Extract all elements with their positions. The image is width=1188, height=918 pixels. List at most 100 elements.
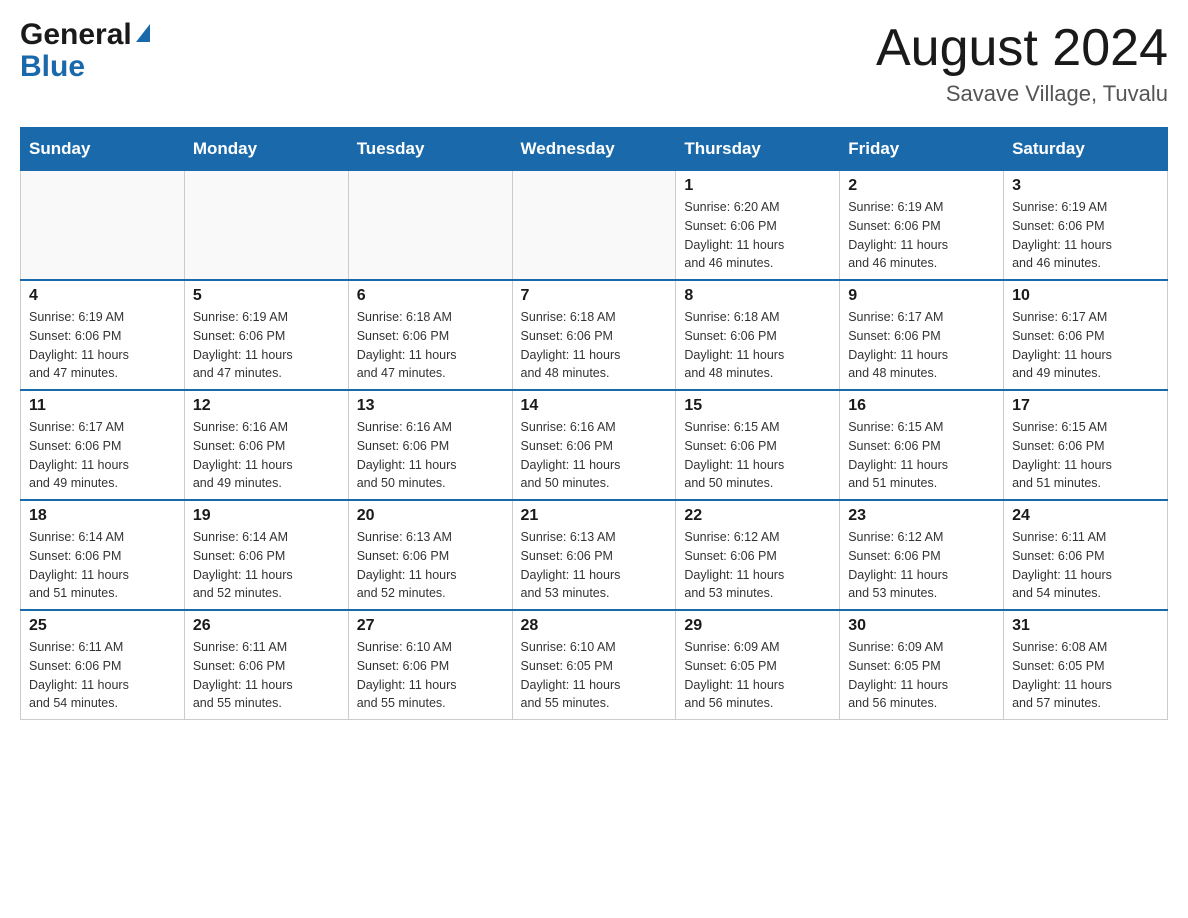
calendar-cell: 4Sunrise: 6:19 AMSunset: 6:06 PMDaylight…	[21, 280, 185, 390]
day-number: 6	[357, 287, 504, 305]
calendar-cell: 18 Sunrise: 6:14 AMSunset: 6:06 PMDayligh…	[21, 500, 185, 610]
calendar-cell: 13 Sunrise: 6:16 AMSunset: 6:06 PMDayligh…	[348, 390, 512, 500]
calendar-cell: 26Sunrise: 6:11 AMSunset: 6:06 PMDayligh…	[184, 610, 348, 720]
calendar-cell: 7 Sunrise: 6:18 AMSunset: 6:06 PMDaylight…	[512, 280, 676, 390]
day-info: Sunrise: 6:14 AMSunset: 6:06 PMDaylight:…	[193, 528, 340, 603]
calendar-cell: 29 Sunrise: 6:09 AMSunset: 6:05 PMDayligh…	[676, 610, 840, 720]
calendar-cell: 8Sunrise: 6:18 AMSunset: 6:06 PMDaylight…	[676, 280, 840, 390]
day-info: Sunrise: 6:14 AMSunset: 6:06 PMDaylight:…	[29, 528, 176, 603]
week-row-1: 1Sunrise: 6:20 AMSunset: 6:06 PMDaylight…	[21, 170, 1168, 280]
calendar-cell: 25Sunrise: 6:11 AMSunset: 6:06 PMDayligh…	[21, 610, 185, 720]
week-row-5: 25Sunrise: 6:11 AMSunset: 6:06 PMDayligh…	[21, 610, 1168, 720]
day-info: Sunrise: 6:11 AMSunset: 6:06 PMDaylight:…	[29, 638, 176, 713]
day-info: Sunrise: 6:08 AMSunset: 6:05 PMDaylight:…	[1012, 638, 1159, 713]
day-number: 9	[848, 287, 995, 305]
day-info: Sunrise: 6:10 AMSunset: 6:06 PMDaylight:…	[357, 638, 504, 713]
calendar-cell: 22 Sunrise: 6:12 AMSunset: 6:06 PMDayligh…	[676, 500, 840, 610]
calendar-cell: 9Sunrise: 6:17 AMSunset: 6:06 PMDaylight…	[840, 280, 1004, 390]
day-number: 31	[1012, 617, 1159, 635]
calendar-cell: 16 Sunrise: 6:15 AMSunset: 6:06 PMDayligh…	[840, 390, 1004, 500]
calendar-cell: 19 Sunrise: 6:14 AMSunset: 6:06 PMDayligh…	[184, 500, 348, 610]
day-number: 28	[521, 617, 668, 635]
calendar-cell: 10 Sunrise: 6:17 AMSunset: 6:06 PMDayligh…	[1004, 280, 1168, 390]
calendar-cell: 14 Sunrise: 6:16 AMSunset: 6:06 PMDayligh…	[512, 390, 676, 500]
calendar-cell: 23Sunrise: 6:12 AMSunset: 6:06 PMDayligh…	[840, 500, 1004, 610]
day-number: 21	[521, 507, 668, 525]
logo-blue-text: Blue	[20, 52, 85, 82]
logo-general-text: General	[20, 20, 132, 50]
day-number: 20	[357, 507, 504, 525]
day-info: Sunrise: 6:09 AMSunset: 6:05 PMDaylight:…	[848, 638, 995, 713]
day-info: Sunrise: 6:09 AMSunset: 6:05 PMDaylight:…	[684, 638, 831, 713]
page-header: General Blue August 2024 Savave Village,…	[20, 20, 1168, 107]
day-number: 2	[848, 177, 995, 195]
calendar-cell: 6 Sunrise: 6:18 AMSunset: 6:06 PMDaylight…	[348, 280, 512, 390]
day-number: 29	[684, 617, 831, 635]
calendar-cell: 21 Sunrise: 6:13 AMSunset: 6:06 PMDayligh…	[512, 500, 676, 610]
day-info: Sunrise: 6:16 AMSunset: 6:06 PMDaylight:…	[521, 418, 668, 493]
day-info: Sunrise: 6:10 AMSunset: 6:05 PMDaylight:…	[521, 638, 668, 713]
day-number: 10	[1012, 287, 1159, 305]
calendar-cell: 2Sunrise: 6:19 AMSunset: 6:06 PMDaylight…	[840, 170, 1004, 280]
calendar-cell: 27 Sunrise: 6:10 AMSunset: 6:06 PMDayligh…	[348, 610, 512, 720]
day-number: 11	[29, 397, 176, 415]
calendar-cell	[184, 170, 348, 280]
day-number: 19	[193, 507, 340, 525]
calendar-cell: 20Sunrise: 6:13 AMSunset: 6:06 PMDayligh…	[348, 500, 512, 610]
day-number: 5	[193, 287, 340, 305]
day-info: Sunrise: 6:19 AMSunset: 6:06 PMDaylight:…	[29, 308, 176, 383]
calendar-cell: 24Sunrise: 6:11 AMSunset: 6:06 PMDayligh…	[1004, 500, 1168, 610]
title-section: August 2024 Savave Village, Tuvalu	[876, 20, 1168, 107]
day-number: 1	[684, 177, 831, 195]
day-info: Sunrise: 6:18 AMSunset: 6:06 PMDaylight:…	[684, 308, 831, 383]
day-info: Sunrise: 6:18 AMSunset: 6:06 PMDaylight:…	[521, 308, 668, 383]
day-number: 14	[521, 397, 668, 415]
day-info: Sunrise: 6:17 AMSunset: 6:06 PMDaylight:…	[29, 418, 176, 493]
weekday-header-sunday: Sunday	[21, 128, 185, 170]
calendar-cell: 12Sunrise: 6:16 AMSunset: 6:06 PMDayligh…	[184, 390, 348, 500]
week-row-3: 11 Sunrise: 6:17 AMSunset: 6:06 PMDayligh…	[21, 390, 1168, 500]
day-info: Sunrise: 6:16 AMSunset: 6:06 PMDaylight:…	[193, 418, 340, 493]
day-info: Sunrise: 6:17 AMSunset: 6:06 PMDaylight:…	[1012, 308, 1159, 383]
day-info: Sunrise: 6:12 AMSunset: 6:06 PMDaylight:…	[684, 528, 831, 603]
calendar-cell: 30 Sunrise: 6:09 AMSunset: 6:05 PMDayligh…	[840, 610, 1004, 720]
day-info: Sunrise: 6:19 AMSunset: 6:06 PMDaylight:…	[1012, 198, 1159, 273]
day-number: 18	[29, 507, 176, 525]
day-number: 27	[357, 617, 504, 635]
day-number: 7	[521, 287, 668, 305]
month-title: August 2024	[876, 20, 1168, 77]
day-number: 3	[1012, 177, 1159, 195]
calendar-table: SundayMondayTuesdayWednesdayThursdayFrid…	[20, 127, 1168, 720]
logo-arrow-icon	[136, 24, 150, 42]
weekday-header-saturday: Saturday	[1004, 128, 1168, 170]
day-number: 30	[848, 617, 995, 635]
calendar-cell: 5 Sunrise: 6:19 AMSunset: 6:06 PMDaylight…	[184, 280, 348, 390]
day-info: Sunrise: 6:19 AMSunset: 6:06 PMDaylight:…	[193, 308, 340, 383]
weekday-header-row: SundayMondayTuesdayWednesdayThursdayFrid…	[21, 128, 1168, 170]
calendar-cell: 15Sunrise: 6:15 AMSunset: 6:06 PMDayligh…	[676, 390, 840, 500]
weekday-header-thursday: Thursday	[676, 128, 840, 170]
day-number: 13	[357, 397, 504, 415]
day-info: Sunrise: 6:15 AMSunset: 6:06 PMDaylight:…	[684, 418, 831, 493]
calendar-cell: 28 Sunrise: 6:10 AMSunset: 6:05 PMDayligh…	[512, 610, 676, 720]
weekday-header-tuesday: Tuesday	[348, 128, 512, 170]
day-info: Sunrise: 6:13 AMSunset: 6:06 PMDaylight:…	[521, 528, 668, 603]
weekday-header-monday: Monday	[184, 128, 348, 170]
calendar-cell	[512, 170, 676, 280]
day-number: 16	[848, 397, 995, 415]
week-row-2: 4Sunrise: 6:19 AMSunset: 6:06 PMDaylight…	[21, 280, 1168, 390]
day-info: Sunrise: 6:15 AMSunset: 6:06 PMDaylight:…	[848, 418, 995, 493]
calendar-cell: 1Sunrise: 6:20 AMSunset: 6:06 PMDaylight…	[676, 170, 840, 280]
calendar-cell: 11 Sunrise: 6:17 AMSunset: 6:06 PMDayligh…	[21, 390, 185, 500]
location-text: Savave Village, Tuvalu	[876, 81, 1168, 107]
calendar-cell: 31 Sunrise: 6:08 AMSunset: 6:05 PMDayligh…	[1004, 610, 1168, 720]
day-number: 24	[1012, 507, 1159, 525]
logo: General Blue	[20, 20, 150, 82]
day-info: Sunrise: 6:15 AMSunset: 6:06 PMDaylight:…	[1012, 418, 1159, 493]
day-number: 17	[1012, 397, 1159, 415]
day-info: Sunrise: 6:16 AMSunset: 6:06 PMDaylight:…	[357, 418, 504, 493]
day-info: Sunrise: 6:18 AMSunset: 6:06 PMDaylight:…	[357, 308, 504, 383]
day-info: Sunrise: 6:11 AMSunset: 6:06 PMDaylight:…	[193, 638, 340, 713]
day-number: 22	[684, 507, 831, 525]
calendar-cell	[21, 170, 185, 280]
